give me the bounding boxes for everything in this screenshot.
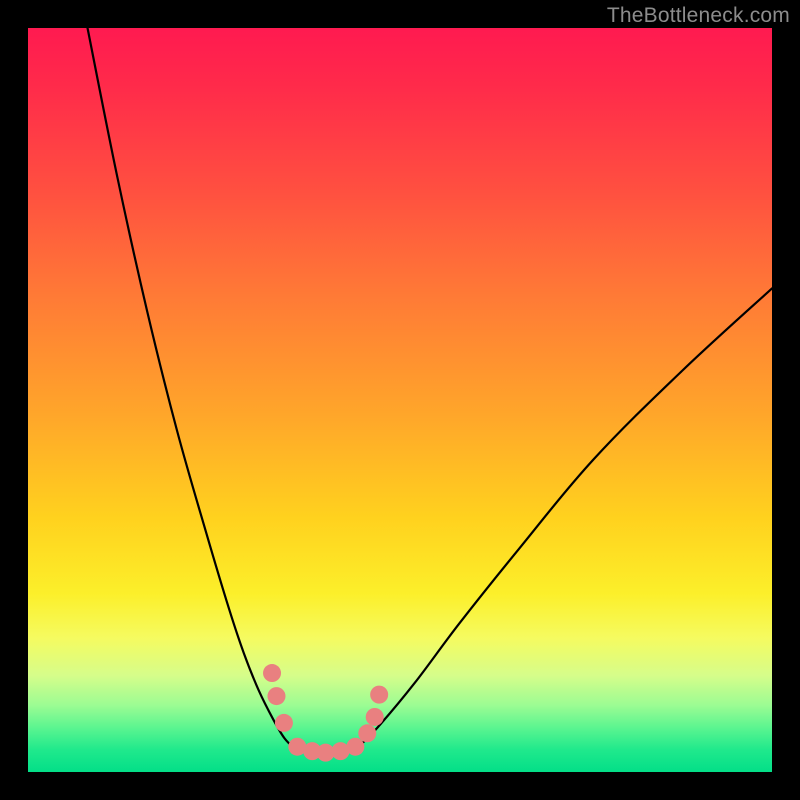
chart-plot-area xyxy=(28,28,772,772)
chart-markers xyxy=(263,664,388,762)
data-marker xyxy=(346,738,364,756)
data-marker xyxy=(263,664,281,682)
data-marker xyxy=(370,686,388,704)
curve-right-branch xyxy=(355,288,772,749)
curve-left-branch xyxy=(88,28,296,750)
data-marker xyxy=(366,708,384,726)
watermark-text: TheBottleneck.com xyxy=(607,4,790,28)
data-marker xyxy=(275,714,293,732)
data-marker xyxy=(358,724,376,742)
chart-curve xyxy=(88,28,772,753)
chart-frame: TheBottleneck.com xyxy=(0,0,800,800)
data-marker xyxy=(267,687,285,705)
chart-svg xyxy=(28,28,772,772)
